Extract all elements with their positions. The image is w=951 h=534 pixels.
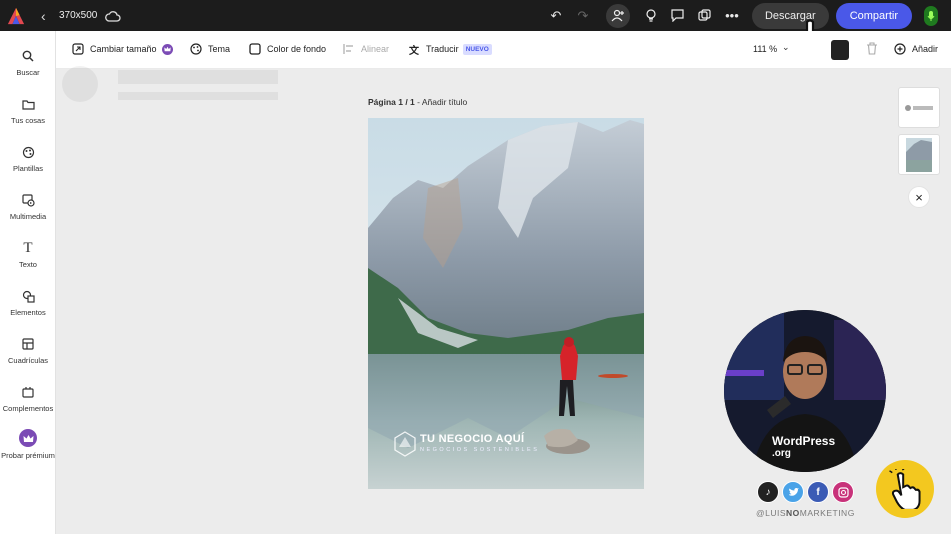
sidebar-item-label: Tus cosas: [11, 116, 45, 125]
sidebar-item-addons[interactable]: Complementos: [0, 385, 56, 431]
layers-icon[interactable]: [831, 40, 849, 60]
faded-watermark: [62, 66, 278, 102]
page-number: Página 1 / 1: [368, 97, 415, 107]
undo-icon[interactable]: ↶: [545, 5, 567, 27]
search-icon: [21, 49, 35, 63]
comment-icon[interactable]: [667, 5, 689, 27]
grid-icon: [21, 337, 35, 351]
zoom-level[interactable]: 111 %: [753, 44, 777, 54]
close-panel-button[interactable]: ×: [908, 186, 930, 208]
cloud-icon: [105, 10, 121, 22]
presenter-image: WordPress .org: [724, 310, 886, 472]
premium-crown-icon: [161, 43, 173, 55]
shirt-text-line1: WordPress: [772, 434, 835, 448]
add-button[interactable]: Añadir: [894, 43, 938, 55]
resize-button[interactable]: Cambiar tamaño: [72, 43, 173, 55]
resize-icon: [72, 43, 84, 55]
webcam-overlay: WordPress .org: [724, 310, 886, 472]
microphone-icon[interactable]: [924, 5, 938, 26]
sidebar-item-elements[interactable]: Elementos: [0, 289, 56, 335]
sidebar-item-label: Probar prémium: [1, 451, 55, 460]
new-badge: NUEVO: [462, 43, 492, 55]
page-title[interactable]: Página 1 / 1 - Añadir título: [368, 97, 467, 107]
shapes-icon: [21, 289, 35, 303]
theme-button[interactable]: Tema: [190, 43, 230, 55]
add-circle-icon: [894, 43, 906, 55]
sidebar-item-premium[interactable]: Probar prémium: [0, 429, 56, 475]
media-icon: [21, 193, 35, 207]
handle-prefix: @LUIS: [756, 508, 787, 518]
add-title-link[interactable]: - Añadir título: [415, 97, 467, 107]
translate-label: Traducir: [426, 44, 459, 54]
brand-logo-icon: [394, 431, 416, 457]
sidebar-item-label: Elementos: [10, 308, 46, 317]
facebook-icon[interactable]: f: [807, 481, 829, 503]
social-icons: ♪ f: [757, 481, 857, 503]
sidebar-item-label: Multimedia: [9, 212, 47, 221]
chevron-down-icon[interactable]: ⌄: [782, 42, 790, 53]
translate-button[interactable]: 文 Traducir NUEVO: [408, 43, 492, 57]
lightbulb-icon[interactable]: [640, 5, 662, 27]
resize-label: Cambiar tamaño: [90, 44, 157, 54]
close-icon: ×: [915, 189, 923, 205]
addons-icon: [21, 385, 35, 399]
sidebar-item-label: Buscar: [16, 68, 40, 77]
sidebar-item-label: Cuadrículas: [7, 356, 49, 365]
align-button[interactable]: Alinear: [343, 43, 389, 55]
sidebar-item-label: Plantillas: [12, 164, 43, 173]
align-label: Alinear: [361, 44, 390, 54]
twitter-icon[interactable]: [782, 481, 804, 503]
sidebar-item-your-stuff[interactable]: Tus cosas: [0, 97, 56, 143]
back-arrow-icon[interactable]: ‹: [41, 8, 51, 24]
crown-icon: [19, 429, 37, 447]
sidebar-item-media[interactable]: Multimedia: [0, 193, 56, 239]
brand-name-text[interactable]: TU NEGOCIO AQUÍ: [420, 433, 524, 445]
page-thumbnail-blank[interactable]: [898, 87, 940, 128]
align-icon: [343, 43, 355, 55]
invite-user-icon[interactable]: [605, 3, 630, 28]
trash-icon[interactable]: [866, 42, 878, 60]
more-options-icon[interactable]: •••: [721, 5, 743, 27]
sidebar-item-templates[interactable]: Plantillas: [0, 145, 56, 191]
left-sidebar: Buscar Tus cosas Plantillas Multimedia T…: [0, 31, 56, 534]
templates-icon: [21, 145, 35, 159]
tiktok-icon[interactable]: ♪: [757, 481, 779, 503]
thumbnail-logo: [905, 104, 933, 111]
redo-icon[interactable]: ↷: [572, 5, 594, 27]
background-color-button[interactable]: Color de fondo: [249, 43, 326, 55]
handle-suffix: MARKETING: [799, 508, 855, 518]
folder-icon: [21, 97, 35, 111]
sidebar-item-label: Texto: [19, 260, 37, 269]
tap-hand-icon: [876, 460, 934, 518]
sidebar-item-search[interactable]: Buscar: [0, 49, 56, 95]
add-label: Añadir: [912, 44, 939, 54]
sidebar-item-text[interactable]: T Texto: [0, 239, 56, 287]
instagram-icon[interactable]: [832, 481, 854, 503]
translate-icon: 文: [409, 45, 419, 57]
color-swatch-icon: [249, 43, 261, 55]
document-size[interactable]: 370x500: [59, 10, 97, 21]
background-color-label: Color de fondo: [267, 44, 327, 54]
shirt-text-line2: .org: [772, 448, 791, 459]
thumbnail-photo: [906, 137, 932, 172]
presenter-handle: @LUISNOMARKETING: [756, 508, 855, 518]
sidebar-item-label: Complementos: [2, 404, 54, 413]
text-icon: T: [23, 239, 33, 256]
palette-icon: [190, 43, 202, 55]
sidebar-item-grids[interactable]: Cuadrículas: [0, 337, 56, 383]
brand-tagline-text[interactable]: NEGOCIOS SOSTENIBLES: [420, 447, 539, 453]
handle-mid: NO: [786, 508, 800, 518]
share-button[interactable]: Compartir: [835, 2, 912, 29]
adobe-express-logo[interactable]: [7, 7, 25, 25]
page-thumbnail-1[interactable]: [898, 134, 940, 175]
duplicate-icon[interactable]: [694, 5, 716, 27]
design-artboard[interactable]: TU NEGOCIO AQUÍ NEGOCIOS SOSTENIBLES: [368, 118, 644, 489]
theme-label: Tema: [208, 44, 231, 54]
